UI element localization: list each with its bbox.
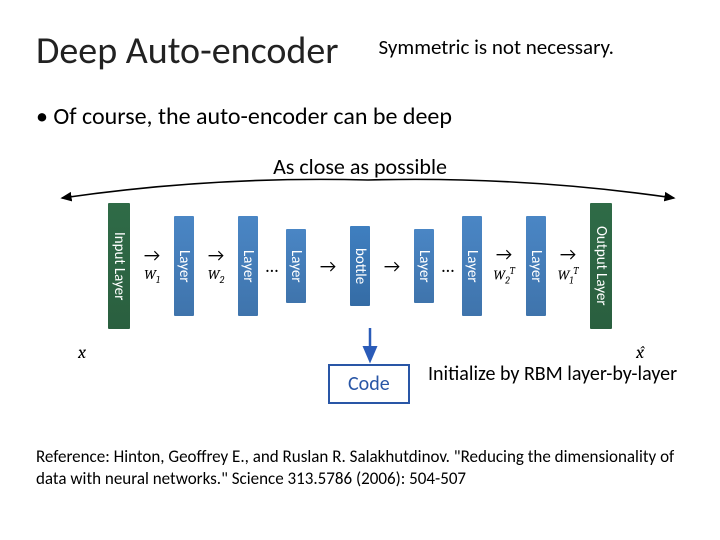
arrow-w1: → W1 [132, 206, 172, 326]
autoencoder-diagram: Input Layer → W1 Layer → W2 Layer … Laye… [36, 186, 684, 386]
right-arrow-icon: → [496, 245, 512, 263]
right-arrow-icon: → [560, 245, 576, 263]
input-x-label: x [78, 342, 86, 363]
right-arrow-icon: → [320, 257, 336, 275]
arrow-w1t: → W1T [548, 206, 588, 326]
bullet-text: Of course, the auto-encoder can be deep [36, 102, 684, 131]
rbm-init-note: Initialize by RBM layer-by-layer [428, 362, 677, 386]
output-layer-bar: Output Layer [590, 203, 612, 329]
encoder-layer-n: Layer [286, 229, 306, 303]
right-arrow-icon: → [208, 246, 224, 264]
arrow-to-bottle: → [308, 206, 348, 326]
decoder-layer-1: Layer [526, 216, 546, 316]
ellipsis-left: … [260, 255, 284, 277]
arrow-from-bottle: → [372, 206, 412, 326]
reference-citation: Reference: Hinton, Geoffrey E., and Rusl… [36, 446, 684, 490]
code-box: Code [328, 364, 410, 404]
slide-title: Deep Auto-encoder [36, 28, 339, 74]
arrow-w2t: → W2T [484, 206, 524, 326]
decoder-layer-n: Layer [414, 229, 434, 303]
input-layer-bar: Input Layer [108, 203, 130, 329]
symmetric-note: Symmetric is not necessary. [379, 34, 614, 60]
encoder-layer-2: Layer [238, 216, 258, 316]
right-arrow-icon: → [384, 257, 400, 275]
decoder-layer-2: Layer [462, 216, 482, 316]
right-arrow-icon: → [144, 246, 160, 264]
encoder-layer-1: Layer [174, 216, 194, 316]
code-down-arrow [360, 328, 380, 364]
close-as-possible-label: As close as possible [36, 153, 684, 180]
bottleneck-layer: bottle [350, 226, 370, 306]
arrow-w2: → W2 [196, 206, 236, 326]
ellipsis-right: … [436, 255, 460, 277]
output-xhat-label: x̂ [636, 342, 644, 363]
